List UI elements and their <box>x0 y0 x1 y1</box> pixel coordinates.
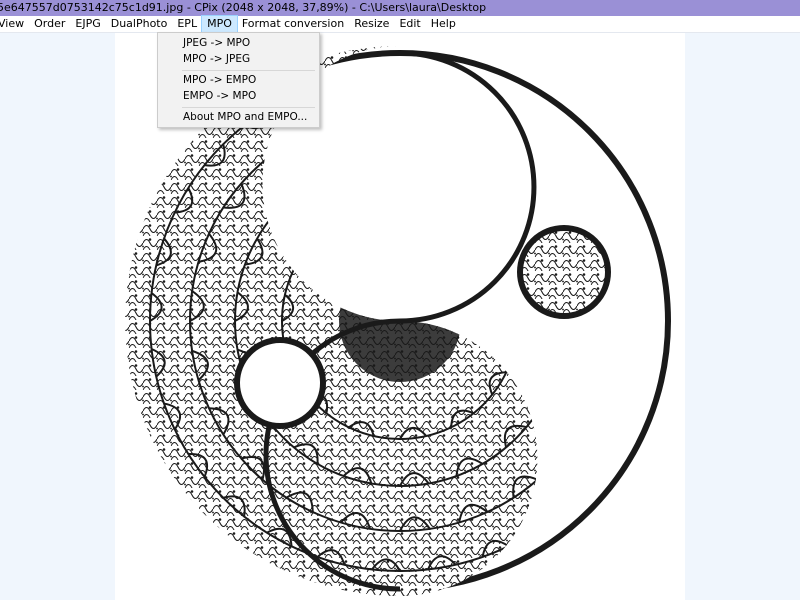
image-viewport[interactable] <box>0 33 800 600</box>
white-eye-dot <box>234 337 326 429</box>
menu-epl[interactable]: EPL <box>172 16 202 32</box>
menu-item-mpo-to-empo[interactable]: MPO -> EMPO <box>183 73 256 87</box>
menu-help[interactable]: Help <box>426 16 461 32</box>
menu-separator <box>182 70 315 71</box>
menu-item-about-mpo[interactable]: About MPO and EMPO... <box>183 110 307 124</box>
menu-order[interactable]: Order <box>29 16 70 32</box>
menu-format-conversion[interactable]: Format conversion <box>237 16 349 32</box>
menu-item-empo-to-mpo[interactable]: EMPO -> MPO <box>183 89 256 103</box>
window-title: 5e647557d0753142c75c1d91.jpg - CPix (204… <box>0 1 487 14</box>
menu-view[interactable]: View <box>0 16 29 32</box>
title-bar: 5e647557d0753142c75c1d91.jpg - CPix (204… <box>0 0 800 16</box>
menu-mpo[interactable]: MPO <box>201 15 238 33</box>
menu-item-jpeg-to-mpo[interactable]: JPEG -> MPO <box>183 36 250 50</box>
menu-edit[interactable]: Edit <box>394 16 425 32</box>
menu-item-mpo-to-jpeg[interactable]: MPO -> JPEG <box>183 52 250 66</box>
menu-resize[interactable]: Resize <box>349 16 394 32</box>
menu-dualphoto[interactable]: DualPhoto <box>106 16 173 32</box>
menu-ejpg[interactable]: EJPG <box>70 16 105 32</box>
menu-bar: View Order EJPG DualPhoto EPL MPO Format… <box>0 15 800 33</box>
mpo-dropdown-menu: JPEG -> MPO MPO -> JPEG MPO -> EMPO EMPO… <box>157 32 320 128</box>
menu-separator <box>182 107 315 108</box>
